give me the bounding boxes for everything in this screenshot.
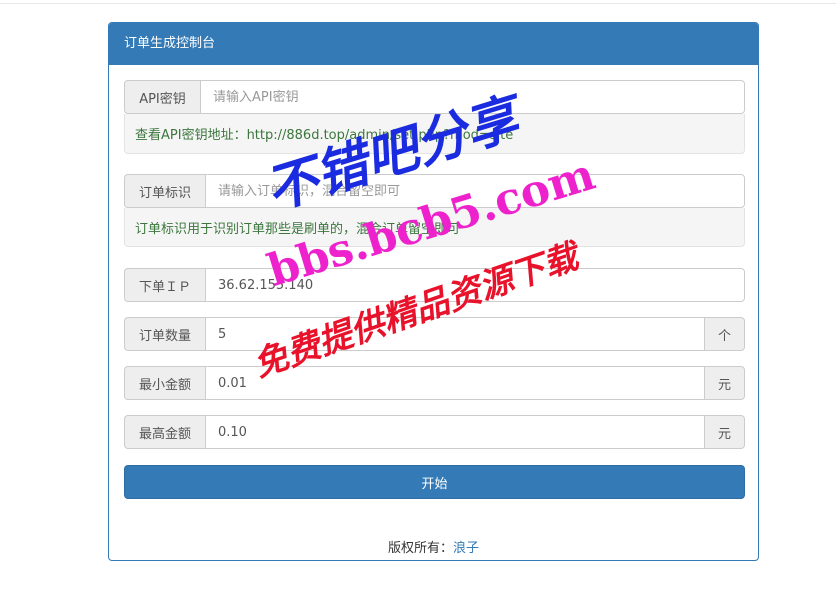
min-amount-group: 最小金额 元 — [124, 366, 745, 400]
start-button[interactable]: 开始 — [124, 465, 745, 499]
order-tag-help: 订单标识用于识别订单那些是刷单的，混合订单留空即可 — [124, 208, 745, 247]
max-amount-input[interactable] — [205, 415, 705, 449]
top-divider — [0, 0, 836, 4]
panel-body: API密钥 查看API密钥地址：http://886d.top/admin/se… — [109, 65, 758, 560]
api-key-group: API密钥 — [124, 80, 745, 114]
min-amount-input[interactable] — [205, 366, 705, 400]
order-count-label: 订单数量 — [124, 317, 205, 351]
order-ip-input[interactable] — [205, 268, 745, 302]
order-count-group: 订单数量 个 — [124, 317, 745, 351]
min-amount-label: 最小金额 — [124, 366, 205, 400]
order-console-panel: 订单生成控制台 API密钥 查看API密钥地址：http://886d.top/… — [108, 22, 759, 561]
min-amount-unit: 元 — [705, 366, 745, 400]
api-key-label: API密钥 — [124, 80, 200, 114]
copyright-label: 版权所有： — [387, 541, 453, 556]
api-key-help: 查看API密钥地址：http://886d.top/admin/set.php?… — [124, 114, 745, 154]
order-tag-input[interactable] — [205, 174, 745, 208]
max-amount-group: 最高金额 元 — [124, 415, 745, 449]
order-tag-label: 订单标识 — [124, 174, 205, 208]
author-link[interactable]: 浪子 — [453, 541, 479, 556]
max-amount-unit: 元 — [705, 415, 745, 449]
order-count-input[interactable] — [205, 317, 705, 351]
order-ip-group: 下单ＩＰ — [124, 268, 745, 302]
panel-title: 订单生成控制台 — [109, 23, 758, 65]
order-count-unit: 个 — [705, 317, 745, 351]
api-key-input[interactable] — [200, 80, 745, 114]
max-amount-label: 最高金额 — [124, 415, 205, 449]
order-tag-group: 订单标识 — [124, 174, 745, 208]
order-ip-label: 下单ＩＰ — [124, 268, 205, 302]
footer: 版权所有：浪子 — [109, 537, 758, 556]
